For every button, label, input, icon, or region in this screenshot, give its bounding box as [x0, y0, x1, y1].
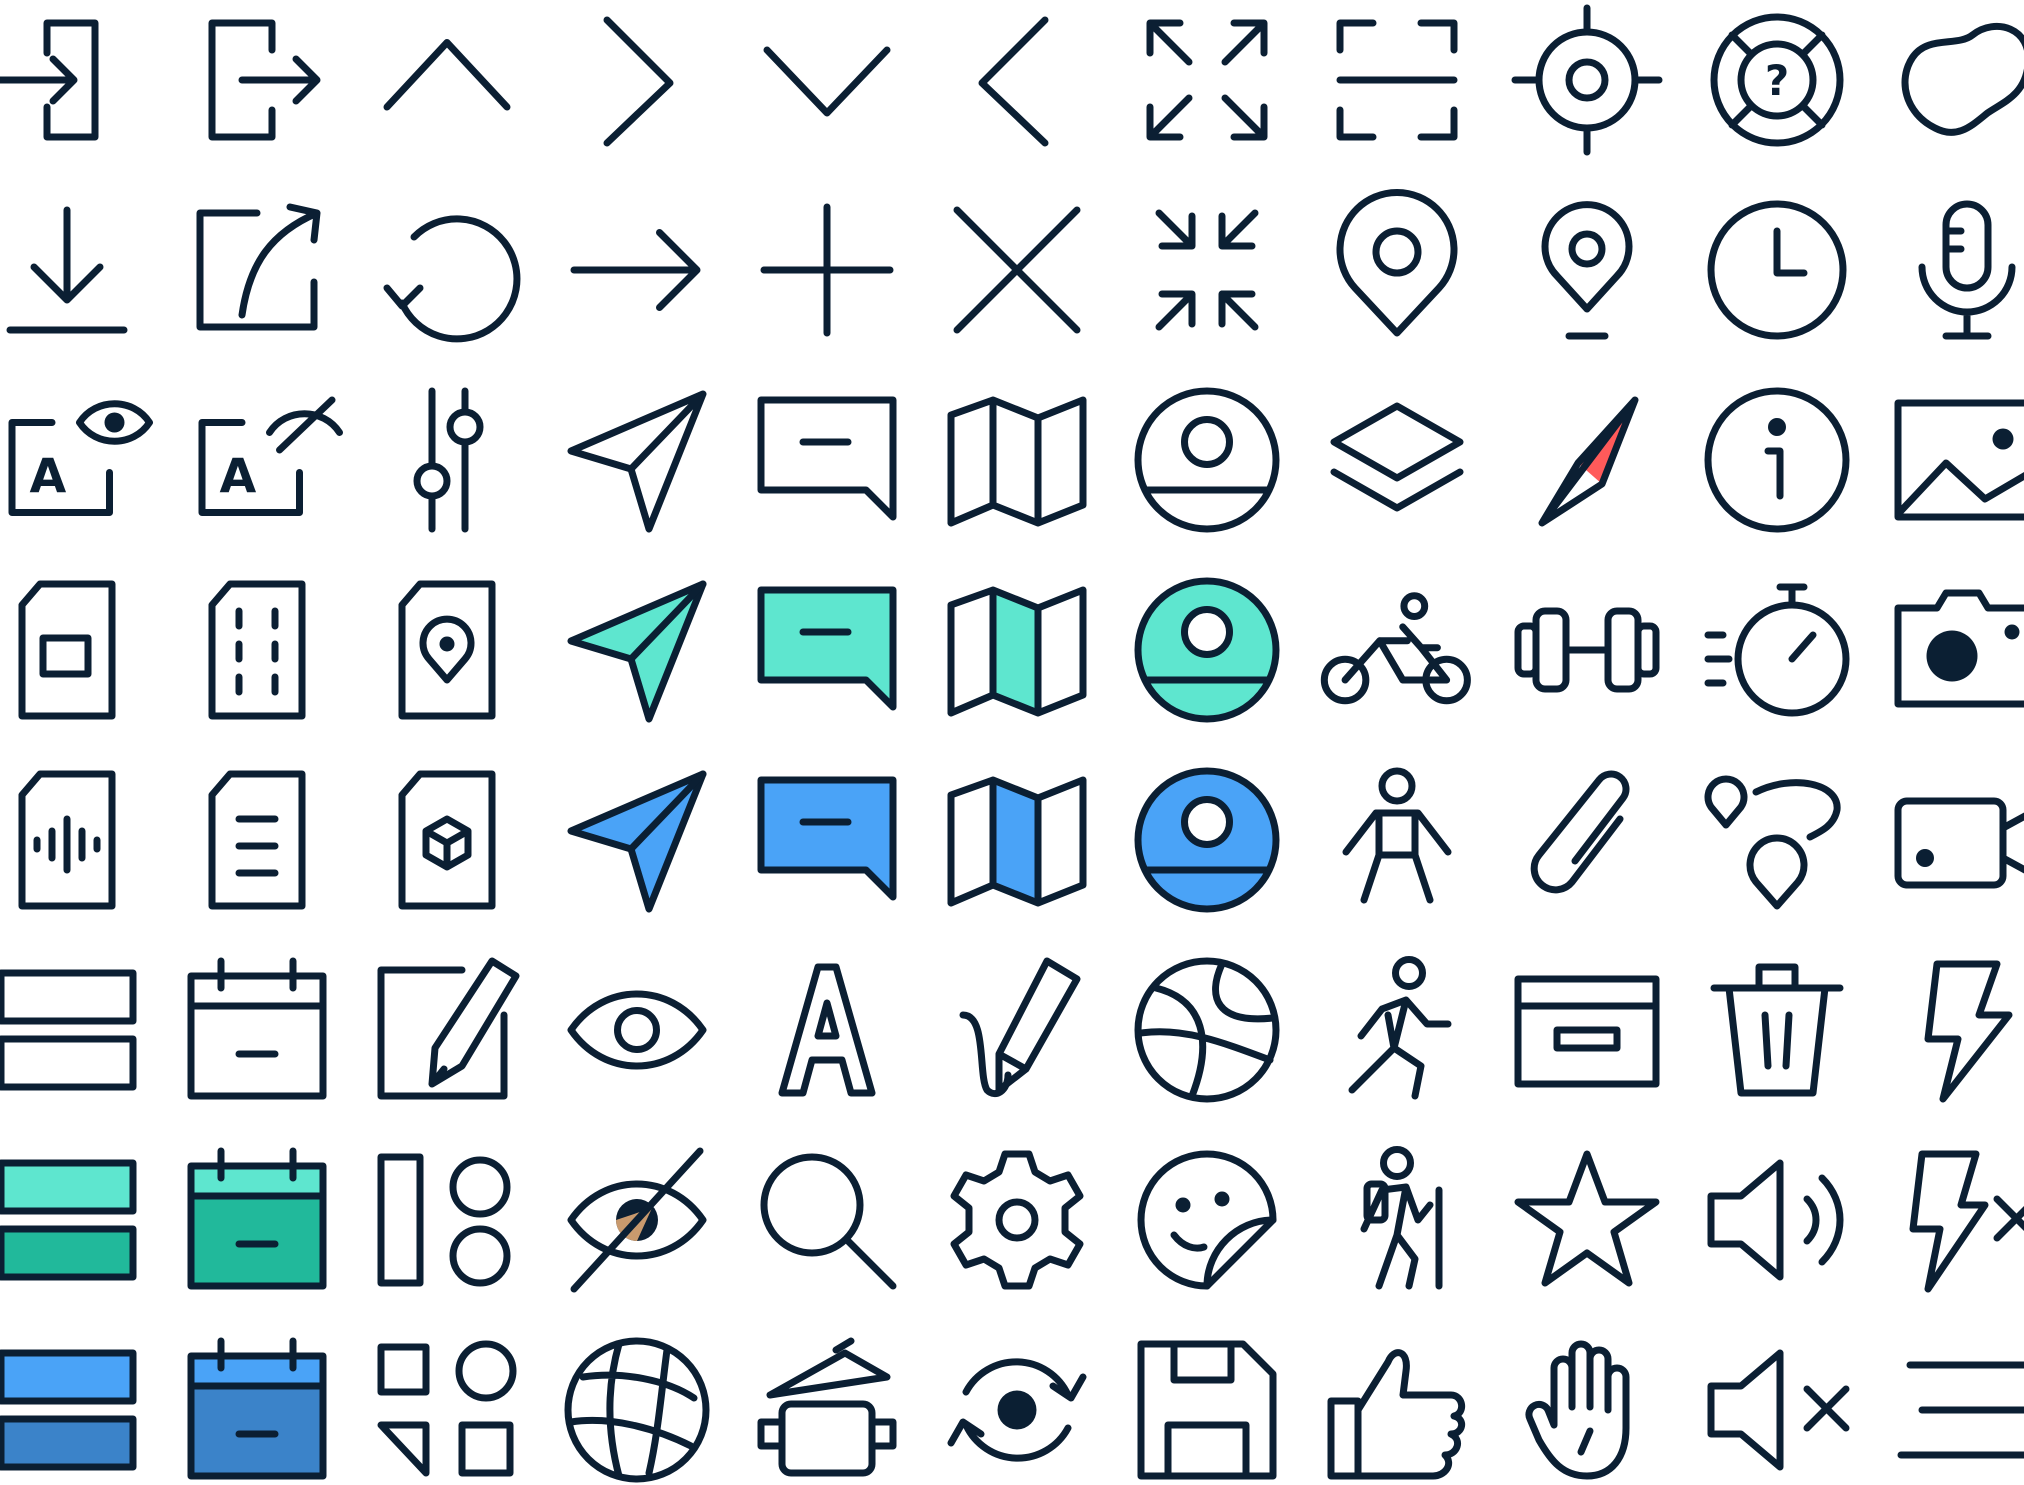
globe-grid-icon: [562, 1335, 712, 1485]
globe-icon: [1132, 955, 1282, 1105]
rows-blue-icon: [0, 1335, 142, 1485]
location-pin-icon: [1322, 195, 1472, 345]
volume-icon: [1702, 1145, 1852, 1295]
search-icon: [752, 1145, 902, 1295]
user-circle-teal-icon: [1132, 575, 1282, 725]
save-icon: [1132, 1335, 1282, 1485]
question-mark: ?: [1765, 56, 1789, 105]
paperclip-icon: [1512, 765, 1662, 915]
comment-teal-icon: [752, 575, 902, 725]
sync-icon: [942, 1335, 1092, 1485]
plus-icon: [752, 195, 902, 345]
layers-icon: [1322, 385, 1472, 535]
calendar-teal-icon: [182, 1145, 332, 1295]
send-teal-icon: [562, 575, 712, 725]
sliders-icon: [372, 385, 522, 535]
info-icon: [1702, 385, 1852, 535]
user-circle-blue-icon: [1132, 765, 1282, 915]
location-file-icon: [372, 575, 522, 725]
user-circle-icon: [1132, 385, 1282, 535]
mute-icon: [1702, 1335, 1852, 1485]
comment-icon: [752, 385, 902, 535]
sign-in-icon: [0, 5, 137, 155]
video-camera-icon: [1892, 765, 2024, 915]
categories-icon: [372, 1335, 522, 1485]
route-icon: [1702, 765, 1852, 915]
star-icon: [1512, 1145, 1662, 1295]
audio-file-icon: [0, 765, 142, 915]
pencil-draw-icon: [942, 955, 1092, 1105]
microphone-icon: [1892, 195, 2024, 345]
scan-frame-icon: [1322, 5, 1472, 155]
map-icon: [942, 385, 1092, 535]
place-marker-icon: [1512, 195, 1662, 345]
shapes-icon: [372, 1145, 522, 1295]
arrow-right-icon: [562, 195, 712, 345]
cycling-icon: [1322, 575, 1472, 725]
menu-icon: [1892, 1335, 2024, 1485]
close-icon: [942, 195, 1092, 345]
film-file-icon: [182, 575, 332, 725]
eye-icon: [562, 955, 712, 1105]
letter-a-icon: [752, 955, 902, 1105]
flash-off-icon: [1892, 1145, 2024, 1295]
rows-icon: [0, 955, 142, 1105]
calendar-blue-icon: [182, 1335, 332, 1485]
send-icon: [562, 385, 712, 535]
3d-file-icon: [372, 765, 522, 915]
letter-a-mark: A: [220, 450, 257, 505]
chevron-right-icon: [562, 5, 712, 155]
text-visible-icon: A: [2, 385, 152, 535]
map-blue-icon: [942, 765, 1092, 915]
stopwatch-icon: [1702, 575, 1852, 725]
eye-off-icon: [562, 1145, 712, 1295]
sign-out-icon: [182, 5, 332, 155]
chevron-up-icon: [372, 5, 522, 155]
send-blue-icon: [562, 765, 712, 915]
camera-icon: [1892, 575, 2024, 725]
calendar-icon: [182, 955, 332, 1105]
thumbs-up-icon: [1322, 1335, 1472, 1485]
trash-icon: [1702, 955, 1852, 1105]
external-link-icon: [182, 195, 332, 345]
clock-icon: [1702, 195, 1852, 345]
image-icon: [1892, 385, 2024, 535]
archive-box-icon: [1512, 955, 1662, 1105]
flash-icon: [1892, 955, 2024, 1105]
sticker-smiley-icon: [1132, 1145, 1282, 1295]
walking-icon: [1322, 955, 1472, 1105]
collapse-icon: [1132, 195, 1282, 345]
gear-icon: [942, 1145, 1092, 1295]
text-file-icon: [182, 765, 332, 915]
download-icon: [0, 195, 142, 345]
dumbbell-icon: [1512, 575, 1662, 725]
crosshair-icon: [1512, 5, 1662, 155]
hand-icon: [1512, 1335, 1662, 1485]
chevron-down-icon: [752, 5, 902, 155]
comment-blue-icon: [752, 765, 902, 915]
text-hidden-icon: A: [192, 385, 342, 535]
map-teal-icon: [942, 575, 1092, 725]
expand-icon: [1132, 5, 1282, 155]
letter-a-mark: A: [30, 450, 67, 505]
image-file-icon: [0, 575, 142, 725]
icon-sheet: ? A A: [0, 0, 2024, 1461]
compass-icon: [1512, 385, 1662, 535]
cooking-pot-icon: [752, 1335, 902, 1485]
chevron-left-icon: [940, 5, 1090, 155]
blob-shape-icon: [1890, 5, 2024, 155]
rows-teal-icon: [0, 1145, 142, 1295]
hiking-icon: [1322, 1145, 1472, 1295]
refresh-icon: [372, 195, 522, 345]
edit-icon: [372, 955, 522, 1105]
help-buoy-icon: ?: [1702, 5, 1852, 155]
person-standing-icon: [1322, 765, 1472, 915]
